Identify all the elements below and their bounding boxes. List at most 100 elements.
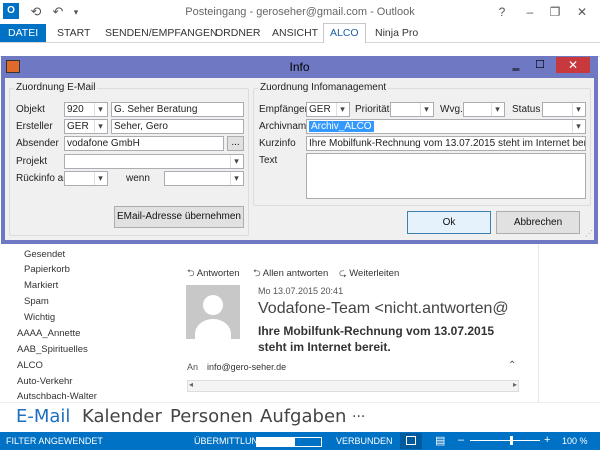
- status-bar: FILTER ANGEWENDET ÜBERMITTLUNG VERBUNDEN…: [0, 432, 600, 450]
- ok-button[interactable]: Ok: [407, 211, 491, 234]
- tab-ordner[interactable]: ORDNER: [215, 24, 261, 42]
- normal-view-icon[interactable]: [400, 433, 422, 449]
- absender-field[interactable]: vodafone GmbH: [64, 136, 224, 151]
- folder-item[interactable]: AAAA_Annette: [17, 328, 80, 339]
- ersteller-code-value: GER: [67, 121, 89, 132]
- horizontal-scrollbar[interactable]: ◂ ▸: [187, 380, 519, 392]
- dialog-maximize-button[interactable]: ☐: [530, 58, 550, 72]
- help-button[interactable]: ?: [492, 3, 512, 21]
- wvg-select[interactable]: ▾: [463, 102, 505, 117]
- folder-item[interactable]: Markiert: [24, 280, 58, 291]
- ribbon-tabs: DATEI START SENDEN/EMPFANGEN ORDNER ANSI…: [0, 23, 600, 44]
- group-zuordnung-infomanagement: Zuordnung Infomanagement Empfänger GER ▾…: [253, 82, 591, 206]
- text-area[interactable]: [306, 153, 586, 199]
- message-date: Mo 13.07.2015 20:41: [258, 286, 344, 296]
- to-label: An: [187, 362, 199, 372]
- empfaenger-value: GER: [309, 104, 331, 115]
- objekt-code-value: 920: [67, 104, 84, 115]
- archivname-select[interactable]: Archiv_ALCO ▾: [306, 119, 586, 134]
- chevron-down-icon: ▾: [572, 120, 584, 133]
- wenn-select[interactable]: ▾: [164, 171, 244, 186]
- folder-item[interactable]: Auto-Verkehr: [17, 376, 72, 387]
- status-connection: VERBUNDEN: [336, 436, 393, 446]
- avatar: [186, 285, 240, 339]
- prioritaet-select[interactable]: ▾: [390, 102, 434, 117]
- objekt-label: Objekt: [16, 104, 45, 115]
- close-button[interactable]: ✕: [572, 3, 592, 21]
- absender-browse-button[interactable]: ...: [227, 136, 244, 151]
- collapse-header-icon[interactable]: ⌃: [508, 360, 516, 371]
- reply-all-label: Allen antworten: [262, 268, 329, 279]
- to-value[interactable]: info@gero-seher.de: [207, 362, 286, 372]
- dialog-minimize-button[interactable]: ‗: [506, 58, 526, 72]
- scroll-left-icon[interactable]: ◂: [189, 380, 193, 389]
- nav-aufgaben[interactable]: Aufgaben: [260, 406, 346, 427]
- kurzinfo-field[interactable]: Ihre Mobilfunk-Rechnung vom 13.07.2015 s…: [306, 136, 586, 151]
- zoom-out-button[interactable]: –: [458, 434, 464, 446]
- rueckinfo-label: Rückinfo an: [16, 173, 69, 184]
- message-subject: Ihre Mobilfunk-Rechnung vom 13.07.2015 s…: [258, 324, 495, 354]
- folder-item[interactable]: Gesendet: [24, 249, 65, 260]
- cancel-button[interactable]: Abbrechen: [496, 211, 580, 234]
- zoom-slider-thumb[interactable]: [510, 436, 514, 445]
- projekt-label: Projekt: [16, 156, 48, 167]
- zoom-slider[interactable]: [470, 436, 540, 445]
- forward-label: Weiterleiten: [349, 268, 400, 279]
- folder-item[interactable]: ALCO: [17, 360, 43, 371]
- folder-item[interactable]: Wichtig: [24, 312, 55, 323]
- chevron-down-icon: ▾: [94, 172, 106, 185]
- objekt-name-field[interactable]: G. Seher Beratung: [111, 102, 244, 117]
- nav-more-button[interactable]: ···: [352, 409, 365, 425]
- forward-button[interactable]: ⮎ Weiterleiten: [339, 266, 399, 282]
- minimize-button[interactable]: –: [520, 3, 540, 21]
- projekt-select[interactable]: ▾: [64, 154, 244, 169]
- nav-personen[interactable]: Personen: [170, 406, 253, 427]
- email-address-apply-button[interactable]: EMail-Adresse übernehmen: [114, 206, 244, 228]
- reading-view-icon[interactable]: ▤: [435, 434, 445, 447]
- dialog-close-button[interactable]: ✕: [556, 57, 590, 73]
- tab-ninja-pro[interactable]: Ninja Pro: [375, 24, 418, 42]
- ersteller-label: Ersteller: [16, 121, 53, 132]
- tab-datei[interactable]: DATEI: [0, 24, 47, 42]
- zoom-level[interactable]: 100 %: [562, 436, 588, 446]
- group-title-infomanagement: Zuordnung Infomanagement: [258, 82, 389, 93]
- reply-all-button[interactable]: ⮌ Allen antworten: [253, 266, 328, 282]
- nav-email[interactable]: E-Mail: [16, 406, 70, 427]
- message-sender[interactable]: Vodafone-Team <nicht.antworten@: [258, 300, 509, 318]
- chevron-down-icon: ▾: [572, 103, 584, 116]
- person-body-icon: [195, 319, 231, 339]
- status-filter[interactable]: FILTER ANGEWENDET: [6, 436, 103, 446]
- folder-item[interactable]: Papierkorb: [24, 264, 70, 275]
- normal-view-glyph: [406, 436, 416, 445]
- scroll-right-icon[interactable]: ▸: [513, 380, 517, 389]
- tab-start[interactable]: START: [57, 24, 90, 42]
- tab-ansicht[interactable]: ANSICHT: [272, 24, 318, 42]
- empfaenger-label: Empfänger: [259, 104, 308, 115]
- forward-icon: ⮎: [339, 268, 347, 279]
- reading-pane-margin: [538, 244, 600, 402]
- rueckinfo-select[interactable]: ▾: [64, 171, 108, 186]
- ersteller-name-field[interactable]: Seher, Gero: [111, 119, 244, 134]
- status-transfer[interactable]: ÜBERMITTLUNG: [194, 436, 265, 446]
- tab-senden-empfangen[interactable]: SENDEN/EMPFANGEN: [105, 24, 218, 42]
- restore-button[interactable]: ❐: [545, 3, 565, 21]
- reply-button[interactable]: ⮌ Antworten: [187, 266, 240, 282]
- empfaenger-select[interactable]: GER ▾: [306, 102, 350, 117]
- nav-kalender[interactable]: Kalender: [82, 406, 162, 427]
- folder-item[interactable]: AAB_Spirituelles: [17, 344, 88, 355]
- kurzinfo-label: Kurzinfo: [259, 138, 296, 149]
- status-label: Status: [512, 104, 541, 115]
- ersteller-code-select[interactable]: GER ▾: [64, 119, 108, 134]
- dialog-body: Zuordnung E-Mail Objekt 920 ▾ G. Seher B…: [5, 78, 594, 240]
- status-select[interactable]: ▾: [542, 102, 586, 117]
- zoom-in-button[interactable]: +: [544, 434, 550, 446]
- resize-grip-icon[interactable]: ⋰: [585, 230, 593, 238]
- archivname-label: Archivname: [259, 121, 312, 132]
- tab-alco[interactable]: ALCO: [323, 23, 366, 44]
- dialog-title-bar[interactable]: Info ‗ ☐ ✕: [1, 56, 598, 78]
- folder-item[interactable]: Spam: [24, 296, 49, 307]
- wvg-label: Wvg.: [440, 104, 463, 115]
- folder-item[interactable]: Autschbach-Walter: [17, 391, 97, 402]
- reply-icon: ⮌: [187, 268, 195, 279]
- objekt-code-select[interactable]: 920 ▾: [64, 102, 108, 117]
